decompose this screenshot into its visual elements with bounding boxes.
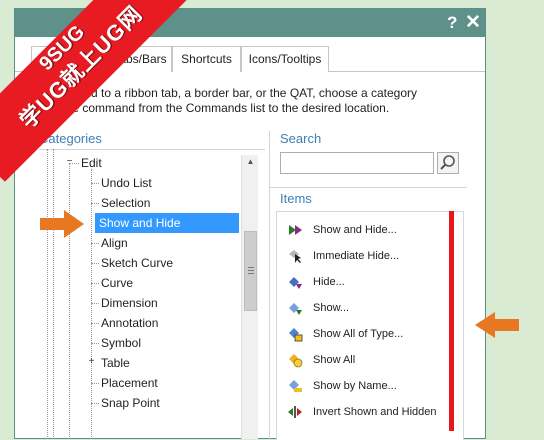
scroll-up-icon[interactable]: ▲ — [245, 157, 256, 167]
tree-item-label: Symbol — [101, 336, 142, 350]
categories-scrollbar[interactable]: ▲ — [241, 155, 258, 439]
search-divider — [270, 187, 467, 188]
tree-connector — [91, 283, 99, 284]
item-label: Show and Hide... — [313, 224, 397, 236]
show-icon — [289, 303, 302, 315]
tree-item-label: Align — [101, 236, 128, 250]
tree-item-dimension[interactable]: Dimension — [39, 293, 253, 313]
instructions-line-1: a command to a ribbon tab, a border bar,… — [35, 86, 417, 100]
categories-tree[interactable]: − Edit Undo List Selection Show and Hide… — [39, 149, 271, 439]
show-by-name-icon — [289, 380, 302, 392]
grip-line — [248, 270, 254, 271]
tree-connector — [91, 183, 99, 184]
show-all-of-type-icon — [289, 328, 303, 342]
items-list[interactable]: Show and Hide... Immediate Hide... Hide.… — [276, 211, 464, 440]
tree-item-label: Placement — [101, 376, 158, 390]
tree-item-sketch-curve[interactable]: Sketch Curve — [39, 253, 253, 273]
scrollbar-thumb[interactable] — [244, 231, 257, 311]
search-icon — [440, 155, 455, 170]
search-title: Search — [280, 131, 322, 146]
items-title: Items — [280, 191, 312, 206]
tree-item-edit[interactable]: − Edit — [39, 153, 253, 173]
highlight-bar — [449, 211, 454, 431]
arrow-left-icon — [475, 312, 519, 338]
expand-icon[interactable]: + — [87, 357, 96, 367]
tree-connector — [91, 383, 99, 384]
tree-item-label: Curve — [101, 276, 134, 290]
tree-item-undo-list[interactable]: Undo List — [39, 173, 253, 193]
tree-item-label: Sketch Curve — [101, 256, 174, 270]
invert-shown-hidden-icon — [288, 406, 302, 418]
tree-item-label: Selection — [101, 196, 151, 210]
instructions-text: a command to a ribbon tab, a border bar,… — [35, 86, 475, 116]
tree-connector — [91, 403, 99, 404]
tree-item-snap-point[interactable]: Snap Point — [39, 393, 253, 413]
item-label: Hide... — [313, 276, 345, 288]
tree-item-label: Undo List — [101, 176, 152, 190]
instructions-line-2: drag the command from the Commands list … — [35, 101, 390, 115]
tree-connector — [91, 243, 99, 244]
arrow-right-icon — [40, 210, 84, 238]
tree-connector — [91, 263, 99, 264]
tree-item-annotation[interactable]: Annotation — [39, 313, 253, 333]
tree-item-label: Show and Hide — [95, 213, 239, 233]
grip-line — [248, 267, 254, 268]
tree-item-symbol[interactable]: Symbol — [39, 333, 253, 353]
tab-icons-tooltips[interactable]: Icons/Tooltips — [241, 46, 329, 72]
collapse-icon[interactable]: − — [65, 157, 74, 167]
item-label: Show All of Type... — [313, 328, 404, 340]
tree-item-label: Annotation — [101, 316, 159, 330]
tree-item-curve[interactable]: Curve — [39, 273, 253, 293]
grip-line — [248, 273, 254, 274]
tree-item-placement[interactable]: Placement — [39, 373, 253, 393]
tree-item-table[interactable]: + Table — [39, 353, 253, 373]
item-label: Show by Name... — [313, 380, 397, 392]
tree-connector — [91, 343, 99, 344]
search-button[interactable] — [437, 152, 459, 174]
show-and-hide-icon — [289, 225, 302, 235]
tree-item-label: Snap Point — [101, 396, 160, 410]
tree-connector — [91, 203, 99, 204]
tab-shortcuts[interactable]: Shortcuts — [172, 46, 241, 72]
item-label: Invert Shown and Hidden — [313, 406, 437, 418]
immediate-hide-icon — [289, 250, 301, 263]
show-all-icon — [289, 354, 303, 368]
item-label: Show... — [313, 302, 350, 314]
help-icon[interactable]: ? — [447, 12, 457, 34]
search-input[interactable] — [280, 152, 434, 174]
tree-item-label: Table — [101, 356, 130, 370]
tree-connector — [91, 303, 99, 304]
hide-icon — [289, 277, 302, 289]
item-label: Immediate Hide... — [313, 250, 400, 262]
tree-item-label: Dimension — [101, 296, 158, 310]
close-icon[interactable]: ✕ — [465, 12, 481, 34]
tree-item-label: Edit — [81, 156, 102, 170]
item-label: Show All — [313, 354, 356, 366]
tree-connector — [91, 323, 99, 324]
